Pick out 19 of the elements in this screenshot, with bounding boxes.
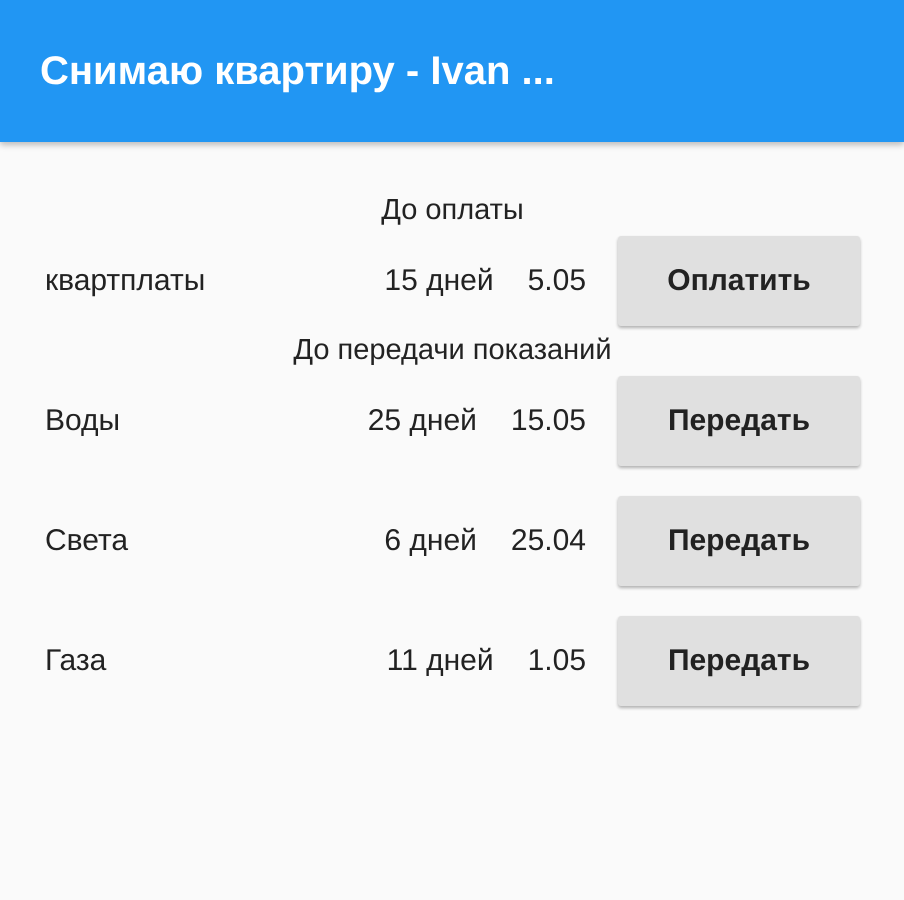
action-button[interactable]: Оплатить xyxy=(618,236,860,326)
app-title: Снимаю квартиру - Ivan ... xyxy=(40,48,555,94)
action-button[interactable]: Передать xyxy=(618,376,860,466)
due-date: 25.04 xyxy=(510,524,586,558)
days-left: 15 дней xyxy=(384,264,494,298)
action-button[interactable]: Передать xyxy=(618,496,860,586)
days-left: 6 дней xyxy=(384,524,477,558)
due-date: 5.05 xyxy=(528,264,586,298)
item-label: Газа xyxy=(45,644,108,678)
due-date: 15.05 xyxy=(510,404,586,438)
item-label: Воды xyxy=(45,404,122,438)
days-left: 11 дней xyxy=(386,644,494,678)
days-left: 25 дней xyxy=(368,404,477,438)
section-heading: До передачи показаний xyxy=(292,333,613,368)
item-label: квартплаты xyxy=(45,264,206,298)
item-label: Света xyxy=(45,524,130,558)
section-heading: До оплаты xyxy=(380,193,525,228)
due-date: 1.05 xyxy=(528,644,586,678)
action-button[interactable]: Передать xyxy=(618,616,860,706)
